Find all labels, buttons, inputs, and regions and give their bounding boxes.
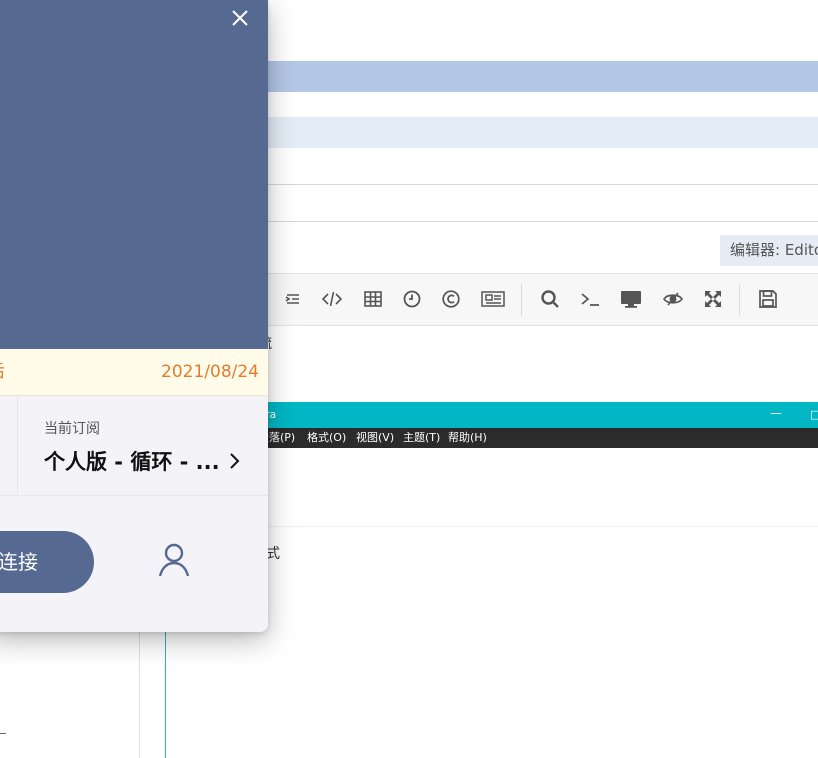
user-icon[interactable]	[154, 540, 194, 580]
subscription-panel[interactable]: 当前订阅 个人版 - 循环 - ...	[0, 396, 268, 496]
preview-icon[interactable]	[662, 288, 684, 310]
save-icon[interactable]	[757, 288, 779, 310]
expiry-text: 后	[0, 349, 5, 395]
menu-format[interactable]: 格式(O)	[307, 428, 346, 448]
monitor-icon[interactable]	[620, 288, 642, 310]
expiry-notice: 后 2021/08/24	[0, 349, 268, 396]
editor-select[interactable]: 编辑器: Editor	[720, 235, 818, 266]
popup-hero	[0, 0, 268, 349]
divider	[17, 396, 18, 495]
divider	[258, 526, 818, 527]
vpn-popup: 后 2021/08/24 当前订阅 个人版 - 循环 - ... 连接	[0, 0, 268, 632]
code-icon[interactable]	[321, 288, 343, 310]
table-icon[interactable]	[362, 288, 384, 310]
panel-border	[139, 630, 140, 758]
terminal-icon[interactable]	[579, 288, 601, 310]
close-icon[interactable]	[228, 6, 252, 30]
subscription-value: 个人版 - 循环 - ...	[44, 450, 220, 474]
connect-label: 连接	[0, 550, 38, 574]
menu-view[interactable]: 视图(V)	[356, 428, 394, 448]
expiry-date: 2021/08/24	[161, 362, 259, 382]
subscription-label: 当前订阅	[44, 421, 100, 437]
fullscreen-icon[interactable]	[702, 288, 724, 310]
newspaper-icon[interactable]	[480, 288, 506, 310]
toolbar-separator	[739, 284, 740, 316]
connect-button[interactable]: 连接	[0, 531, 94, 593]
toolbar-separator	[521, 284, 522, 316]
clock-icon[interactable]	[401, 288, 423, 310]
screen: 编辑器: Editor	[0, 0, 818, 758]
search-icon[interactable]	[539, 288, 561, 310]
maximize-button[interactable]: □	[810, 402, 818, 428]
list-indent-icon[interactable]	[281, 288, 303, 310]
panel-border-accent	[165, 630, 166, 758]
chevron-right-icon[interactable]	[228, 451, 242, 471]
menu-theme[interactable]: 主题(T)	[403, 428, 440, 448]
tick-mark	[0, 733, 6, 734]
menu-help[interactable]: 帮助(H)	[448, 428, 487, 448]
action-panel: 连接	[0, 496, 268, 632]
minimize-button[interactable]: —	[770, 400, 782, 426]
editor-text: 式	[266, 546, 280, 562]
copyright-icon[interactable]	[440, 288, 462, 310]
